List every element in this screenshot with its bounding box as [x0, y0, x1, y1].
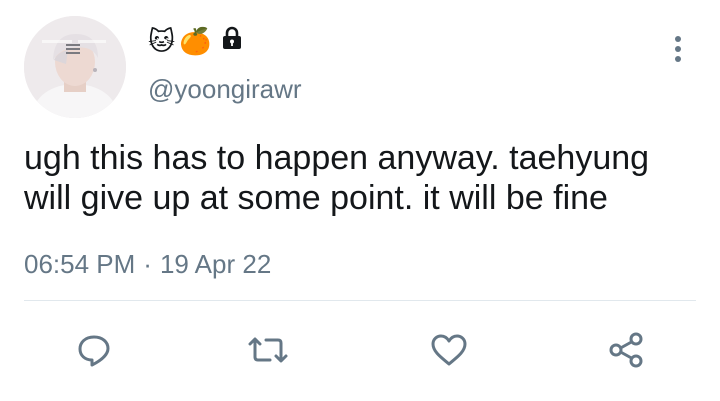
display-name: 🐱 🍊	[148, 26, 243, 56]
user-handle[interactable]: @yoongirawr	[148, 74, 302, 104]
action-bar	[0, 326, 720, 374]
divider	[24, 300, 696, 301]
avatar-image	[24, 16, 126, 118]
tweet-timestamp: 06:54 PM · 19 Apr 22	[24, 249, 271, 279]
reply-icon	[78, 335, 110, 367]
retweet-button[interactable]	[244, 326, 292, 374]
more-dot	[675, 46, 681, 52]
display-name-emoji: 🐱 🍊	[148, 26, 211, 56]
orange-emoji: 🍊	[179, 26, 212, 56]
more-dot	[675, 56, 681, 62]
share-button[interactable]	[602, 326, 650, 374]
tweet-card: 🐱 🍊 @yoongirawr ugh this has to happen a…	[0, 0, 720, 401]
timestamp-separator: ·	[143, 249, 152, 279]
share-icon	[609, 332, 643, 368]
tweet-text: ugh this has to happen anyway. taehyung …	[24, 139, 650, 217]
more-options-button[interactable]	[664, 32, 692, 66]
heart-icon	[431, 334, 467, 366]
more-vertical-icon	[675, 36, 681, 42]
reply-button[interactable]	[70, 326, 118, 374]
avatar[interactable]	[24, 16, 126, 118]
retweet-icon	[248, 337, 288, 363]
like-button[interactable]	[425, 326, 473, 374]
cat-emoji: 🐱	[148, 26, 176, 56]
tweet-time: 06:54 PM	[24, 249, 136, 279]
tweet-date: 19 Apr 22	[159, 249, 272, 279]
lock-icon	[221, 26, 243, 56]
